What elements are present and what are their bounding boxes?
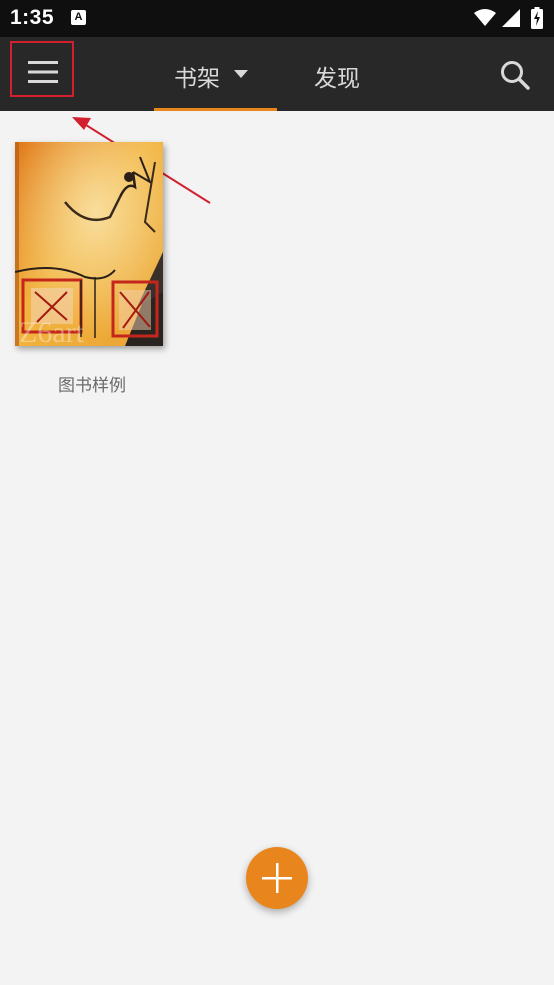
book-title: 图书样例	[58, 376, 126, 396]
search-button[interactable]	[498, 59, 532, 93]
tab-active-indicator	[154, 108, 277, 111]
search-icon	[501, 61, 530, 90]
dropdown-arrow-icon	[234, 70, 248, 78]
hamburger-menu-icon	[28, 61, 58, 83]
status-bar: 1:35 A	[0, 0, 554, 37]
notification-icon-letter: A	[74, 11, 83, 23]
battery-charging-icon	[531, 7, 543, 29]
status-time: 1:35	[10, 6, 55, 29]
notification-icon: A	[71, 10, 86, 25]
signal-icon	[502, 9, 520, 27]
tab-bookshelf[interactable]: 书架	[154, 37, 277, 111]
wifi-icon	[474, 9, 496, 26]
tab-bookshelf-label: 书架	[174, 66, 220, 92]
book-cover-watermark: Z6art	[19, 316, 85, 346]
book-cover[interactable]: Z6art	[15, 142, 163, 346]
book-cover-art: Z6art	[15, 142, 163, 346]
tab-discover-label: 发现	[314, 66, 360, 92]
add-book-button[interactable]	[246, 847, 308, 909]
menu-button[interactable]	[10, 41, 74, 97]
app-bar: 书架 发现	[0, 37, 554, 111]
tab-discover[interactable]: 发现	[314, 37, 374, 111]
plus-icon	[262, 863, 292, 893]
